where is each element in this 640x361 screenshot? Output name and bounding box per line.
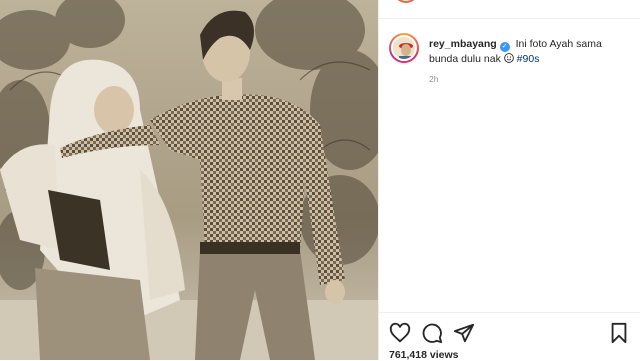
sepia-couple-photo — [0, 0, 378, 360]
smiling-face-emoji-icon — [503, 52, 514, 67]
action-bar — [389, 322, 630, 344]
actions-divider — [379, 312, 640, 313]
post-timestamp[interactable]: 2h — [429, 74, 438, 84]
caption: rey_mbayang ✓ Ini foto Ayah sama bunda du… — [429, 37, 629, 67]
header-divider — [379, 18, 640, 19]
username-link[interactable]: rey_mbayang — [429, 38, 497, 50]
paper-plane-icon[interactable] — [453, 322, 475, 344]
avatar-portrait — [393, 37, 415, 59]
avatar-image — [391, 35, 417, 61]
verified-badge-icon: ✓ — [499, 42, 510, 52]
comment-icon[interactable] — [421, 322, 443, 344]
post-photo[interactable] — [0, 0, 378, 360]
bookmark-icon[interactable] — [608, 322, 630, 344]
post-details-panel: rey_mbayang ✓ Ini foto Ayah sama bunda du… — [378, 0, 640, 361]
heart-icon[interactable] — [389, 322, 411, 344]
hashtag-link[interactable]: #90s — [517, 53, 540, 65]
avatar[interactable] — [389, 33, 419, 63]
header-avatar[interactable] — [393, 0, 419, 3]
view-count[interactable]: 761,418 views — [389, 349, 458, 361]
